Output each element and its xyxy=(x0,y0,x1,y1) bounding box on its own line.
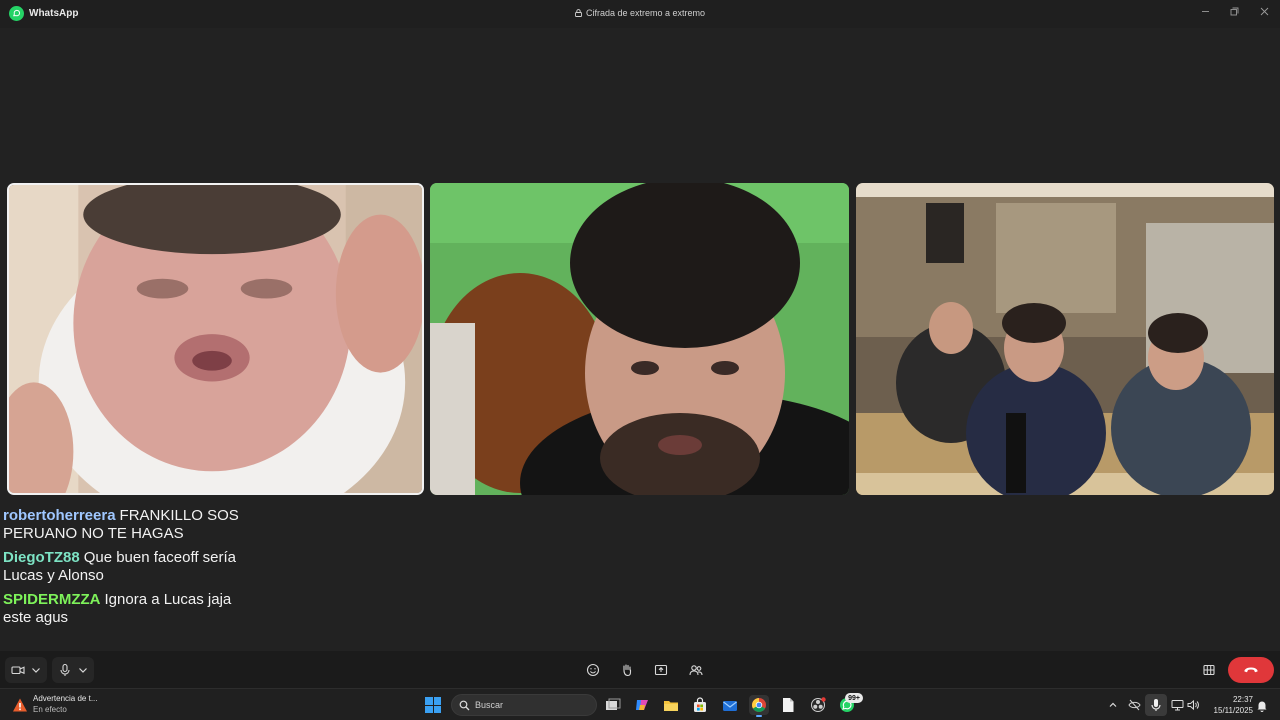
network-icon xyxy=(1171,700,1183,711)
share-screen-button[interactable] xyxy=(651,659,671,681)
participants-icon xyxy=(689,665,703,676)
participants-button[interactable] xyxy=(686,659,706,681)
notification-center-button[interactable] xyxy=(1255,698,1269,712)
notepad-button[interactable] xyxy=(778,695,798,715)
participant-video-tile-2[interactable] xyxy=(430,183,849,495)
store-icon xyxy=(694,697,706,712)
copilot-icon xyxy=(636,700,648,710)
file-explorer-button[interactable] xyxy=(661,695,681,715)
chat-username: SPIDERMZZA xyxy=(3,591,101,608)
chat-message: SPIDERMZZA Ignora a Lucas jaja este agus xyxy=(3,591,243,627)
maximize-button[interactable] xyxy=(1224,4,1244,18)
chevron-down-icon xyxy=(32,668,40,673)
notification-bell-icon xyxy=(1257,701,1267,712)
taskbar-search[interactable]: Buscar xyxy=(451,694,597,716)
close-icon xyxy=(1260,7,1268,15)
microphone-icon xyxy=(1151,699,1161,711)
title-bar: WhatsApp Cifrada de extremo a extremo xyxy=(0,0,1280,28)
chrome-icon xyxy=(752,698,766,712)
notification-title[interactable]: Advertencia de t... xyxy=(33,694,97,703)
task-view-icon xyxy=(606,698,621,710)
minimize-button[interactable] xyxy=(1195,4,1215,18)
layout-button[interactable] xyxy=(1199,659,1219,681)
file-explorer-icon xyxy=(664,701,678,711)
chat-overlay: robertoherreera FRANKILLO SOS PERUANO NO … xyxy=(3,507,243,633)
tray-app-button[interactable] xyxy=(1127,698,1141,712)
volume-button[interactable] xyxy=(1186,698,1200,712)
camera-options-button[interactable] xyxy=(29,659,43,681)
microphone-toggle-button[interactable] xyxy=(56,659,74,681)
camera-toggle-button[interactable] xyxy=(9,659,27,681)
volume-icon xyxy=(1187,699,1199,711)
obs-icon xyxy=(811,697,826,712)
clock-time: 22:37 xyxy=(1232,695,1253,704)
reactions-button[interactable] xyxy=(583,659,603,681)
restore-icon xyxy=(1230,7,1238,15)
raise-hand-button[interactable] xyxy=(617,659,637,681)
minimize-icon xyxy=(1201,10,1209,12)
microphone-options-button[interactable] xyxy=(76,659,90,681)
end-call-button[interactable] xyxy=(1228,657,1274,683)
system-clock[interactable]: 22:37 15/11/2025 xyxy=(1207,694,1253,716)
participant-2-video xyxy=(430,183,849,495)
chat-message: robertoherreera FRANKILLO SOS PERUANO NO … xyxy=(3,507,243,543)
microphone-icon xyxy=(60,663,70,676)
search-placeholder: Buscar xyxy=(475,700,504,710)
windows-logo-icon xyxy=(425,697,433,705)
participant-3-video xyxy=(856,183,1274,495)
search-icon xyxy=(459,700,470,711)
mail-icon xyxy=(723,701,737,711)
notification-subtitle: En efecto xyxy=(33,705,67,714)
camera-icon xyxy=(11,666,25,675)
microphone-in-use-indicator[interactable] xyxy=(1145,694,1167,716)
participant-video-tile-1[interactable] xyxy=(7,183,424,495)
end-call-icon xyxy=(1244,667,1258,673)
notification-count-badge: 99+ xyxy=(845,693,863,703)
encryption-label: Cifrada de extremo a extremo xyxy=(585,8,706,18)
raise-hand-icon xyxy=(623,664,632,677)
chevron-up-icon xyxy=(1109,702,1117,707)
emoji-icon xyxy=(586,663,600,677)
participant-video-tile-3[interactable] xyxy=(856,183,1274,495)
network-status-button[interactable] xyxy=(1170,698,1184,712)
warning-icon[interactable] xyxy=(12,697,28,713)
copilot-button[interactable] xyxy=(632,695,652,715)
grid-layout-icon xyxy=(1203,664,1215,676)
eye-slash-icon xyxy=(1127,699,1141,711)
share-screen-icon xyxy=(654,664,668,676)
call-controls-bar xyxy=(0,651,1280,688)
os-taskbar: Advertencia de t... En efecto Buscar 99+ xyxy=(0,688,1280,720)
tray-overflow-button[interactable] xyxy=(1106,698,1120,712)
start-button[interactable] xyxy=(425,697,441,713)
participant-1-video xyxy=(9,185,422,493)
task-view-button[interactable] xyxy=(603,695,623,715)
close-button[interactable] xyxy=(1254,4,1274,18)
encryption-status: Cifrada de extremo a extremo xyxy=(0,8,1280,18)
store-button[interactable] xyxy=(690,695,710,715)
chat-username: DiegoTZ88 xyxy=(3,549,80,566)
chrome-button[interactable] xyxy=(749,695,769,717)
mail-button[interactable] xyxy=(720,695,740,715)
clock-date: 15/11/2025 xyxy=(1213,706,1253,715)
obs-button[interactable] xyxy=(808,695,828,715)
lock-icon xyxy=(575,9,582,17)
chat-username: robertoherreera xyxy=(3,507,116,524)
chat-message: DiegoTZ88 Que buen faceoff sería Lucas y … xyxy=(3,549,243,585)
chevron-down-icon xyxy=(79,668,87,673)
notepad-icon xyxy=(783,698,794,712)
